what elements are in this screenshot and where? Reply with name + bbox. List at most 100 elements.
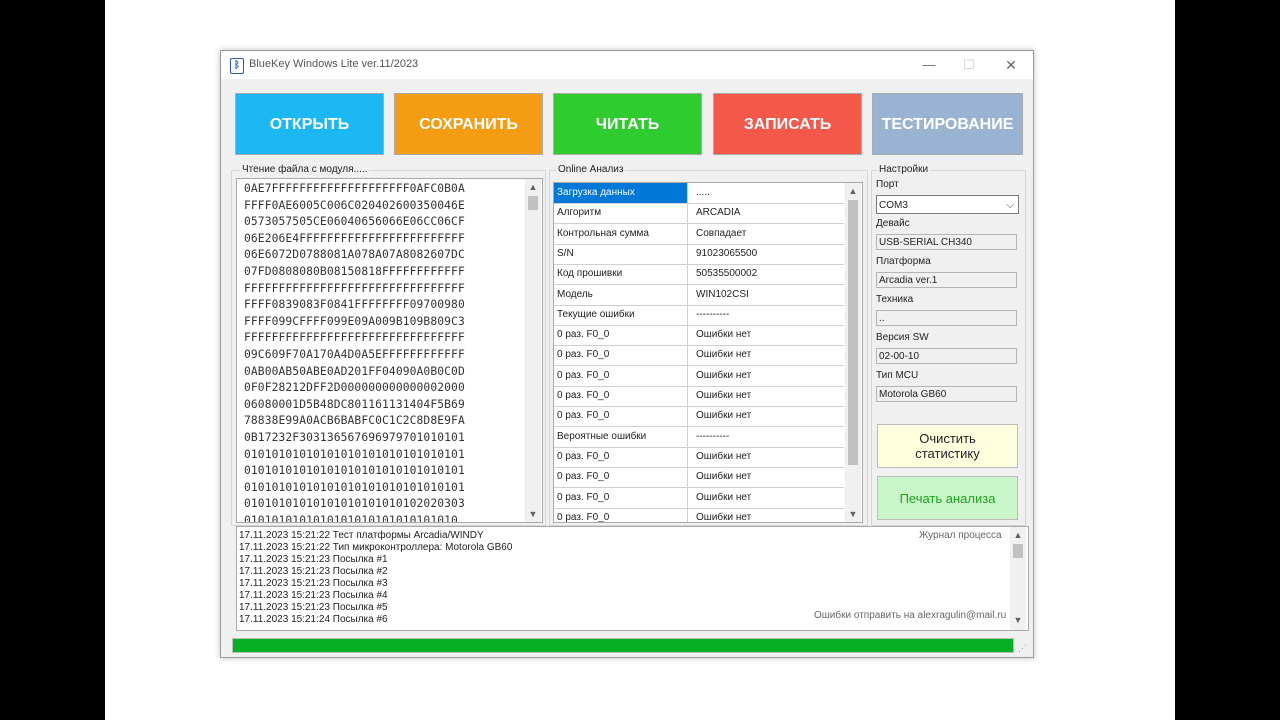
analysis-row[interactable]: Код прошивки 50535500002 [554,264,844,286]
log-line: 17.11.2023 15:21:23 Посылка #2 [239,566,388,577]
analysis-param-name: 0 раз. F0_0 [554,487,688,508]
port-label: Порт [876,179,899,190]
analysis-param-name: Загрузка данных [554,183,688,203]
clear-stats-line2: статистику [915,446,980,461]
log-line: 17.11.2023 15:21:23 Посылка #3 [239,578,388,589]
analysis-param-value: Ошибки нет [696,471,752,483]
port-value: COM3 [879,200,908,211]
analysis-row[interactable]: 0 раз. F0_0 Ошибки нет [554,365,844,387]
log-line: 17.11.2023 15:21:24 Посылка #6 [239,614,388,625]
log-title: Журнал процесса [919,530,1002,541]
log-line: 17.11.2023 15:21:23 Посылка #4 [239,590,388,601]
platform-field: Arcadia ver.1 [876,272,1017,288]
analysis-row[interactable]: Контрольная сумма Совпадает [554,223,844,245]
test-button[interactable]: ТЕСТИРОВАНИЕ [872,93,1023,155]
open-button[interactable]: ОТКРЫТЬ [235,93,384,155]
analysis-row[interactable]: 0 раз. F0_0 Ошибки нет [554,325,844,347]
close-button[interactable]: ✕ [991,53,1031,77]
hex-line: FFFF099CFFFF099E09A009B109B809C3 [244,314,465,328]
scroll-down-icon[interactable]: ▼ [1010,612,1026,628]
analysis-row[interactable]: 0 раз. F0_0 Ошибки нет [554,386,844,407]
scroll-up-icon[interactable]: ▲ [1010,527,1026,543]
hex-line: FFFF0839083F0841FFFFFFFF09700980 [244,298,465,312]
analysis-row[interactable]: 0 раз. F0_0 Ошибки нет [554,487,844,509]
scroll-thumb[interactable] [528,196,538,210]
hex-line: 0AB00AB50ABE0AD201FF04090A0B0C0D [244,364,465,378]
sw-version-label: Версия SW [876,332,929,343]
port-select[interactable]: COM3 ⌵ [876,195,1019,214]
analysis-param-name: 0 раз. F0_0 [554,446,688,467]
hex-line: 01010101010101010101010101010101 [244,480,465,494]
analysis-grid[interactable]: Загрузка данных..... Алгоритм ARCADIA Контр… [553,182,863,523]
analysis-param-value: ..... [696,187,710,198]
analysis-param-name: S/N [554,243,688,264]
analysis-param-value: ARCADIA [696,207,741,219]
clear-stats-button[interactable]: Очистить статистику [877,424,1018,468]
scroll-thumb[interactable] [848,200,858,465]
hex-line: 0101010101010101010101010101010 [244,514,458,523]
log-contact: Ошибки отправить на alexragulin@mail.ru [814,610,1007,621]
analysis-param-name: 0 раз. F0_0 [554,345,688,366]
hex-textbox[interactable]: 0AE7FFFFFFFFFFFFFFFFFFFF0AFC0B0A FFFF0AE6… [236,178,543,523]
analysis-param-value: Ошибки нет [696,390,752,401]
analysis-row[interactable]: 0 раз. F0_0 Ошибки нет [554,406,844,428]
analysis-param-name: 0 раз. F0_0 [554,406,688,427]
analysis-param-value: 91023065500 [696,247,758,259]
log-line: 17.11.2023 15:21:22 Тип микроконтроллера… [239,542,513,553]
settings-group-label: Настройки [877,164,931,175]
analysis-param-value: 50535500002 [696,268,758,280]
scroll-down-icon[interactable]: ▼ [845,506,861,522]
hex-line: 06E206E4FFFFFFFFFFFFFFFFFFFFFFFF [244,231,465,245]
hex-line: 01010101010101010101010101010101 [244,447,465,461]
analysis-param-value: WIN102CSI [696,288,749,300]
analysis-row[interactable]: 0 раз. F0_0 Ошибки нет [554,345,844,367]
hex-line: 01010101010101010101010101010101 [244,464,465,478]
hex-line: 0AE7FFFFFFFFFFFFFFFFFFFF0AFC0B0A [244,182,465,195]
write-button[interactable]: ЗАПИСАТЬ [713,93,862,155]
scroll-up-icon[interactable]: ▲ [525,179,541,195]
analysis-row[interactable]: 0 раз. F0_0 Ошибки нет [554,467,844,489]
progress-bar [232,638,1014,653]
analysis-row[interactable]: Текущие ошибки ---------- [554,304,844,326]
analysis-param-value: ---------- [696,308,730,320]
window-title: BlueKey Windows Lite ver.11/2023 [249,58,419,70]
hex-scrollbar[interactable]: ▲ ▼ [525,179,541,522]
resize-grip-icon[interactable]: ⋰ [1018,643,1027,654]
analysis-param-name: Алгоритм [554,203,688,224]
log-scrollbar[interactable]: ▲ ▼ [1010,527,1026,630]
file-group-label: Чтение файла с модуля..... [240,164,370,175]
analysis-row[interactable]: Загрузка данных..... [554,183,844,204]
analysis-param-name: 0 раз. F0_0 [554,365,688,386]
device-field: USB-SERIAL CH340 [876,234,1017,250]
save-button[interactable]: СОХРАНИТЬ [394,93,543,155]
analysis-row[interactable]: Вероятные ошибки ---------- [554,426,844,448]
analysis-param-value: Ошибки нет [696,329,752,341]
maximize-button[interactable]: ☐ [949,53,989,77]
chevron-down-icon[interactable]: ⌵ [1006,196,1014,215]
scroll-down-icon[interactable]: ▼ [525,506,541,522]
mcu-label: Тип MCU [876,370,919,381]
analysis-row[interactable]: 0 раз. F0_0 Ошибки нет [554,507,844,522]
print-analysis-button[interactable]: Печать анализа [877,476,1018,520]
minimize-button[interactable]: — [909,53,949,77]
process-log[interactable]: 17.11.2023 15:21:22 Тест платформы Arcad… [236,526,1029,631]
analysis-param-name: 0 раз. F0_0 [554,467,688,488]
hex-line: 0B17232F303136567696979701010101 [244,431,465,444]
analysis-param-name: Модель [554,284,688,305]
analysis-param-name: Вероятные ошибки [554,426,688,447]
log-line: 17.11.2023 15:21:22 Тест платформы Arcad… [239,530,484,541]
scroll-up-icon[interactable]: ▲ [845,183,861,199]
analysis-row[interactable]: Алгоритм ARCADIA [554,203,844,225]
grid-scrollbar[interactable]: ▲ ▼ [845,183,861,522]
analysis-row[interactable]: S/N 91023065500 [554,243,844,265]
analysis-param-name: 0 раз. F0_0 [554,325,688,346]
hex-line: FFFF0AE6005C006C020402600350046E [244,198,465,212]
analysis-param-name: 0 раз. F0_0 [554,507,688,522]
clear-stats-line1: Очистить [919,431,976,446]
hex-line: FFFFFFFFFFFFFFFFFFFFFFFFFFFFFFFF [244,281,465,295]
hex-line: 01010101010101010101010102020303 [244,497,465,511]
read-button[interactable]: ЧИТАТЬ [553,93,702,155]
scroll-thumb[interactable] [1013,544,1023,558]
analysis-row[interactable]: Модель WIN102CSI [554,284,844,306]
analysis-row[interactable]: 0 раз. F0_0 Ошибки нет [554,446,844,468]
